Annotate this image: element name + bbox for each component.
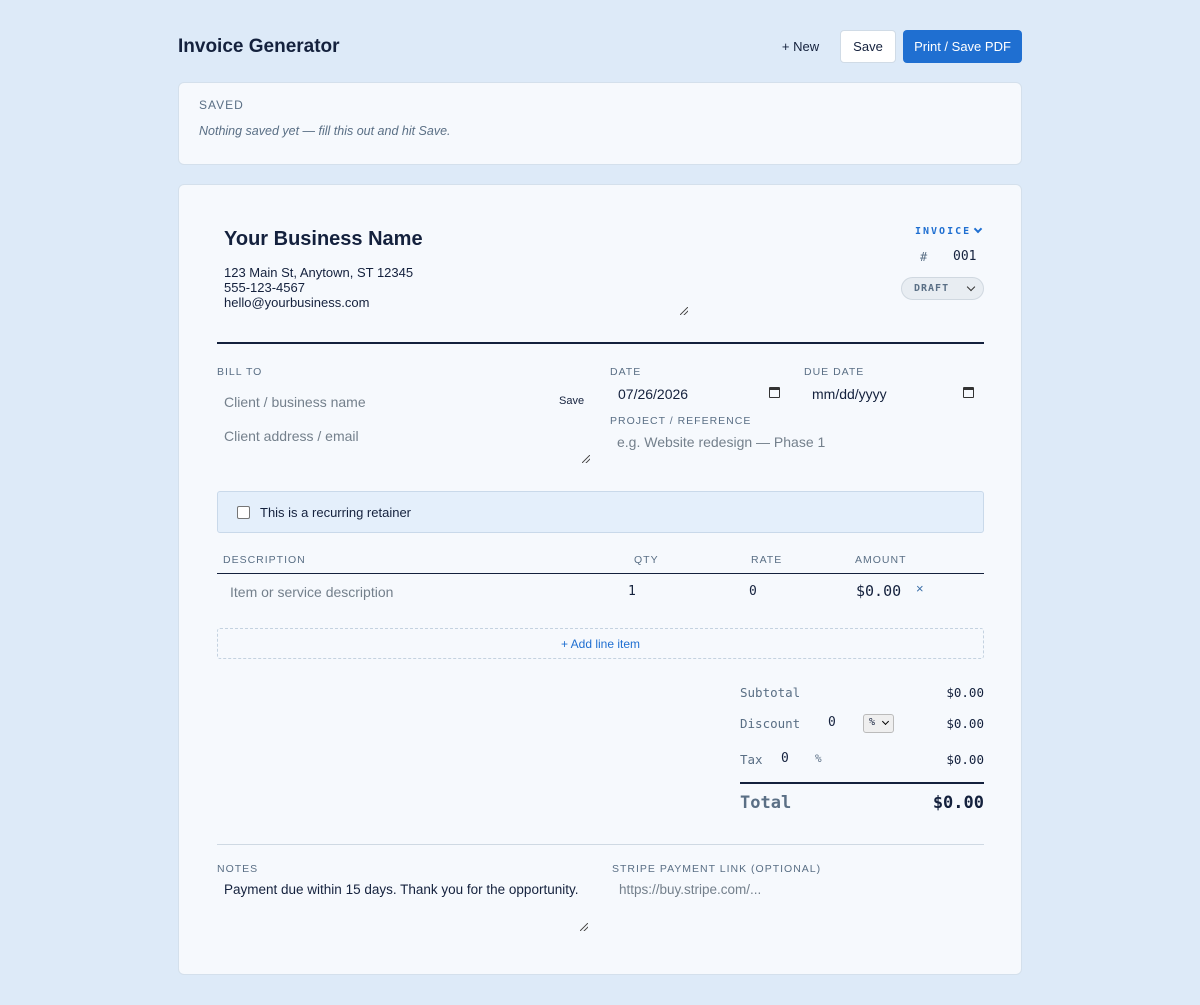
saved-panel: SAVED Nothing saved yet — fill this out … xyxy=(178,82,1022,165)
calendar-icon[interactable] xyxy=(769,387,780,398)
header-divider xyxy=(217,342,984,344)
notes-label: NOTES xyxy=(217,863,259,875)
project-input[interactable]: e.g. Website redesign — Phase 1 xyxy=(617,434,825,450)
tax-value: $0.00 xyxy=(946,752,984,767)
column-header-rate: RATE xyxy=(751,554,783,566)
new-invoice-button[interactable]: + New xyxy=(773,30,828,63)
top-bar: Invoice Generator + New Save Print / Sav… xyxy=(178,30,1022,63)
add-line-item-button[interactable]: + Add line item xyxy=(217,628,984,659)
date-label: DATE xyxy=(610,366,642,378)
discount-unit: % xyxy=(869,717,876,728)
status-value: DRAFT xyxy=(914,283,950,294)
column-header-qty: QTY xyxy=(634,554,659,566)
due-date-label: DUE DATE xyxy=(804,366,865,378)
subtotal-value: $0.00 xyxy=(946,685,984,700)
stripe-link-label: STRIPE PAYMENT LINK (OPTIONAL) xyxy=(612,863,822,875)
notes-divider xyxy=(217,844,984,845)
save-client-button[interactable]: Save xyxy=(559,395,584,407)
total-label: Total xyxy=(740,793,792,813)
business-details-textarea[interactable]: 123 Main St, Anytown, ST 12345 555-123-4… xyxy=(224,265,413,310)
saved-empty-note: Nothing saved yet — fill this out and hi… xyxy=(199,124,451,138)
discount-value: $0.00 xyxy=(946,716,984,731)
client-address-textarea[interactable]: Client address / email xyxy=(224,428,359,444)
due-date-input[interactable]: mm/dd/yyyy xyxy=(812,386,887,402)
recurring-label: This is a recurring retainer xyxy=(260,505,411,520)
print-pdf-button[interactable]: Print / Save PDF xyxy=(903,30,1022,63)
business-name-input[interactable]: Your Business Name xyxy=(224,228,423,251)
chevron-down-icon xyxy=(973,224,983,234)
notes-textarea[interactable]: Payment due within 15 days. Thank you fo… xyxy=(224,882,578,897)
item-rate-input[interactable]: 0 xyxy=(749,584,757,599)
saved-heading: SAVED xyxy=(199,98,244,112)
tax-label: Tax xyxy=(740,752,763,767)
invoice-number-input[interactable]: 001 xyxy=(953,249,976,264)
total-value: $0.00 xyxy=(932,793,984,813)
discount-input[interactable]: 0 xyxy=(828,715,836,730)
status-select[interactable]: DRAFT xyxy=(901,277,984,300)
bill-to-label: BILL TO xyxy=(217,366,263,378)
recurring-box: This is a recurring retainer xyxy=(217,491,984,533)
project-label: PROJECT / REFERENCE xyxy=(610,415,752,427)
tax-unit: % xyxy=(815,752,822,765)
save-button[interactable]: Save xyxy=(840,30,896,63)
total-divider xyxy=(740,782,984,784)
doc-type-label: INVOICE xyxy=(915,226,972,237)
chevron-down-icon xyxy=(966,282,976,292)
recurring-checkbox[interactable] xyxy=(237,506,250,519)
stripe-link-input[interactable]: https://buy.stripe.com/... xyxy=(619,882,761,897)
item-amount: $0.00 xyxy=(856,582,902,600)
resize-handle-icon[interactable] xyxy=(582,455,590,463)
item-qty-input[interactable]: 1 xyxy=(628,584,636,599)
remove-item-icon[interactable]: × xyxy=(916,581,924,596)
resize-handle-icon[interactable] xyxy=(580,923,588,931)
discount-label: Discount xyxy=(740,716,801,731)
tax-input[interactable]: 0 xyxy=(781,751,789,766)
resize-handle-icon[interactable] xyxy=(680,307,688,315)
calendar-icon[interactable] xyxy=(963,387,974,398)
client-name-input[interactable]: Client / business name xyxy=(224,394,366,410)
item-description-input[interactable]: Item or service description xyxy=(230,584,393,600)
table-header-divider xyxy=(217,573,984,574)
app-title: Invoice Generator xyxy=(178,36,340,57)
column-header-description: DESCRIPTION xyxy=(223,554,306,566)
subtotal-label: Subtotal xyxy=(740,685,801,700)
doc-type-select[interactable]: INVOICE xyxy=(915,224,983,237)
invoice-card: Your Business Name 123 Main St, Anytown,… xyxy=(178,184,1022,975)
date-input[interactable]: 07/26/2026 xyxy=(618,386,688,402)
invoice-number-prefix: # xyxy=(920,250,928,264)
column-header-amount: AMOUNT xyxy=(855,554,907,566)
